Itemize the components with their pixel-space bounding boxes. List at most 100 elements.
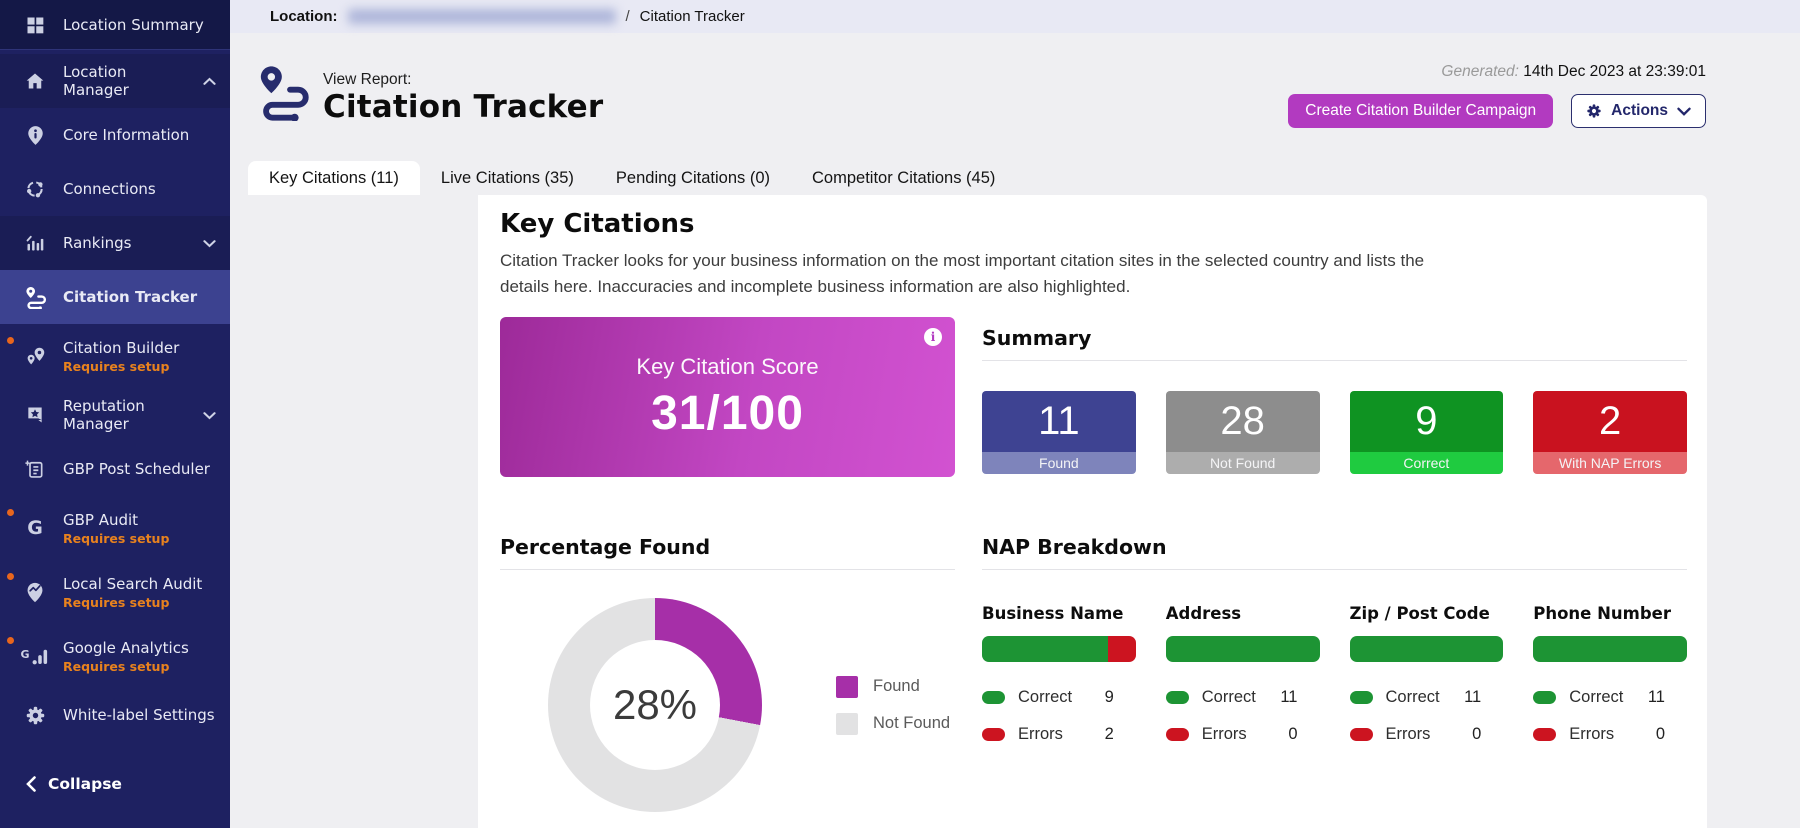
sidebar-item-citation-tracker[interactable]: Citation Tracker [0,270,230,324]
sidebar-item-google-analytics[interactable]: G Google Analytics Requires setup [0,624,230,688]
summary-label: Found [982,452,1136,474]
requires-setup-badge: Requires setup [63,658,170,674]
legend-item-not-found: Not Found [836,712,951,735]
create-citation-builder-campaign-button[interactable]: Create Citation Builder Campaign [1288,94,1554,128]
sidebar-item-label: Location Manager [63,63,129,99]
nap-column-zip-post-code: Zip / Post Code Correct 11 Errors 0 [1349,604,1504,745]
summary-box-nap-errors: 2 With NAP Errors [1533,391,1687,474]
requires-setup-badge: Requires setup [63,530,170,546]
route-report-icon [255,63,311,121]
nap-breakdown-section: NAP Breakdown Business Name Correct 9 Er… [982,535,1687,812]
score-card-value: 31/100 [651,386,804,440]
route-icon [22,286,48,309]
nap-bar [1349,636,1504,662]
correct-label: Correct [1385,687,1440,706]
nap-errors-row: Errors 0 [1165,723,1320,745]
summary-label: Not Found [1165,452,1320,474]
section-divider [500,569,955,570]
sidebar-collapse-button[interactable]: Collapse [0,762,230,806]
requires-setup-dot [7,509,14,516]
legend-swatch-not-found [836,712,858,735]
correct-label: Correct [1569,687,1624,706]
info-icon[interactable]: i [924,328,942,346]
connections-icon [22,179,48,199]
google-g-icon: G [27,516,43,539]
correct-pill-icon [1165,690,1189,704]
errors-count: 2 [1104,724,1114,743]
errors-label: Errors [1201,724,1247,743]
sidebar-item-label: Citation Tracker [63,288,198,306]
analytics-bars-icon: G [20,647,48,665]
page-title: Citation Tracker [323,89,604,125]
sidebar-item-reputation-manager[interactable]: Reputation Manager [0,388,230,442]
sidebar-item-label: Connections [63,180,156,198]
legend-label: Found [873,677,920,695]
sidebar-item-label: White-label Settings [63,706,215,724]
generated-label: Generated: [1441,63,1519,80]
errors-pill-icon [1165,727,1189,741]
map-pins-icon [22,346,48,367]
percentage-found-section: Percentage Found 28% Found Not Found [500,535,955,812]
nap-bar [982,636,1136,662]
sidebar-item-local-search-audit[interactable]: Local Search Audit Requires setup [0,560,230,624]
sidebar-item-citation-builder[interactable]: Citation Builder Requires setup [0,324,230,388]
nap-column-phone-number: Phone Number Correct 11 Errors 0 [1533,604,1687,745]
sidebar-item-location-summary[interactable]: Location Summary [0,0,230,50]
tab-key-citations[interactable]: Key Citations (11) [248,161,420,195]
correct-pill-icon [1533,690,1557,704]
actions-button[interactable]: Actions [1571,94,1706,128]
sidebar-item-gbp-post-scheduler[interactable]: GBP Post Scheduler [0,442,230,496]
requires-setup-badge: Requires setup [63,358,170,374]
key-citation-score-card: i Key Citation Score 31/100 [500,317,955,477]
report-tabs: Key Citations (11) Live Citations (35) P… [248,161,1016,195]
legend-item-found: Found [836,675,950,698]
gear-icon [22,705,48,726]
location-name-redacted[interactable] [347,9,616,24]
nap-correct-row: Correct 11 [1533,686,1687,708]
breadcrumb: Location: / Citation Tracker [230,0,1800,33]
correct-pill-icon [1349,690,1373,704]
nap-breakdown-heading: NAP Breakdown [982,535,1167,559]
summary-value: 9 [1349,391,1504,452]
sidebar-item-rankings[interactable]: Rankings [0,216,230,270]
chevron-left-icon [26,776,36,792]
section-divider [982,569,1687,570]
search-pin-icon [22,582,48,603]
errors-pill-icon [1533,727,1557,741]
sidebar-item-white-label-settings[interactable]: White-label Settings [0,688,230,742]
errors-count: 0 [1655,724,1665,743]
nap-column-title: Address [1165,604,1242,623]
sidebar-item-label: Citation Builder [63,338,180,357]
sidebar-item-location-manager[interactable]: Location Manager [0,54,230,108]
sidebar-item-label: Core Information [63,126,190,144]
sidebar-item-core-information[interactable]: Core Information [0,108,230,162]
sidebar-item-label: GBP Post Scheduler [63,460,210,478]
summary-box-not-found: 28 Not Found [1165,391,1320,474]
chevron-down-icon [203,411,216,420]
nap-column-title: Zip / Post Code [1349,604,1490,623]
sidebar-item-gbp-audit[interactable]: G GBP Audit Requires setup [0,496,230,560]
tab-competitor-citations[interactable]: Competitor Citations (45) [791,161,1016,195]
sidebar: Location Summary Location Manager Core I… [0,0,230,828]
tab-live-citations[interactable]: Live Citations (35) [420,161,595,195]
legend-label: Not Found [873,714,951,732]
summary-box-correct: 9 Correct [1349,391,1504,474]
correct-label: Correct [1018,687,1073,706]
errors-count: 0 [1472,724,1482,743]
percentage-found-heading: Percentage Found [500,535,711,559]
nap-column-address: Address Correct 11 Errors 0 [1165,604,1320,745]
errors-pill-icon [1349,727,1373,741]
summary-heading: Summary [982,326,1092,350]
sidebar-item-connections[interactable]: Connections [0,162,230,216]
sidebar-item-label: Location Summary [63,15,204,34]
nap-column-business-name: Business Name Correct 9 Errors 2 [982,604,1136,745]
summary-section: Summary 11 Found 28 Not Found 9 Correct … [982,326,1687,477]
nap-column-title: Phone Number [1533,604,1671,623]
sidebar-item-label: Local Search Audit [63,574,203,593]
main-area: Location: / Citation Tracker View Report… [230,0,1800,828]
tab-pending-citations[interactable]: Pending Citations (0) [595,161,791,195]
chevron-down-icon [1677,107,1691,116]
gear-icon [1586,103,1602,119]
post-list-icon [22,459,48,479]
summary-value: 11 [982,391,1136,452]
